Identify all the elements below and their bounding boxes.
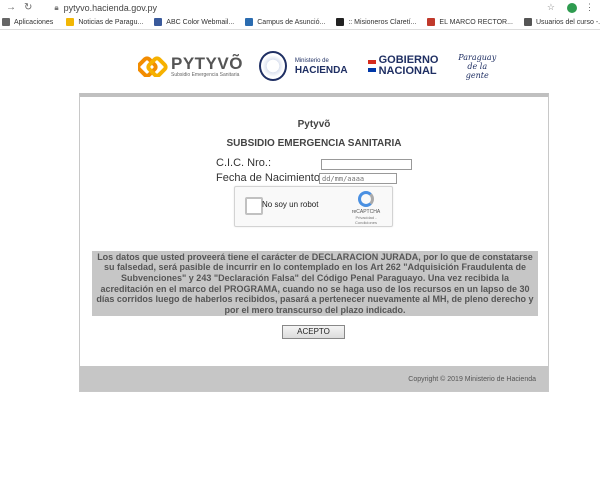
mail-icon: [154, 18, 163, 26]
bookmark-item[interactable]: Aplicaciones: [2, 18, 53, 26]
bookmark-item[interactable]: EL MARCO RECTOR...: [427, 18, 513, 26]
back-arrow-icon[interactable]: →: [6, 2, 16, 13]
users-icon: [523, 18, 532, 26]
form-panel: Pytyvõ SUBSIDIO EMERGENCIA SANITARIA C.I…: [79, 93, 549, 392]
slogan-line1: Paraguay: [458, 52, 497, 62]
ministry-seal-icon: [258, 51, 287, 81]
footer: Copyright © 2019 Ministerio de Hacienda: [80, 366, 548, 391]
recaptcha-widget: No soy un robot reCAPTCHA Privacidad - C…: [234, 186, 393, 227]
gobierno-line2: NACIONAL: [378, 65, 437, 77]
extension-icon[interactable]: [567, 2, 577, 13]
page-title: Pytyvõ: [297, 119, 331, 130]
pytyvo-mark-icon: [136, 55, 168, 78]
bookmark-label: EL MARCO RECTOR...: [439, 18, 513, 26]
recaptcha-links[interactable]: Privacidad - Condiciones: [348, 215, 384, 225]
accept-button[interactable]: ACEPTO: [282, 325, 345, 339]
address-bar: → ↻ 🔒︎ pytyvo.hacienda.gov.py ☆ ⋮: [0, 0, 600, 15]
url-field[interactable]: pytyvo.hacienda.gov.py: [64, 3, 547, 13]
menu-dots-icon[interactable]: ⋮: [585, 2, 594, 13]
news-icon: [66, 18, 75, 26]
dob-input[interactable]: [319, 173, 397, 184]
page-subtitle: SUBSIDIO EMERGENCIA SANITARIA: [226, 138, 402, 149]
flag-icon: [367, 60, 376, 72]
bookmark-item[interactable]: Usuarios del curso -...: [523, 18, 600, 26]
pytyvo-title: PYTYVÕ: [171, 53, 243, 73]
bookmark-label: Aplicaciones: [14, 18, 54, 26]
cic-label: C.I.C. Nro.:: [216, 157, 272, 169]
bookmark-star-icon[interactable]: ☆: [547, 2, 555, 13]
bookmark-item[interactable]: Campus de Asunció...: [245, 18, 325, 26]
bookmark-label: Campus de Asunció...: [257, 18, 326, 26]
recaptcha-label: No soy un robot: [262, 200, 319, 209]
ministry-logo: Ministerio de HACIENDA: [295, 56, 348, 76]
apps-grid-icon: [2, 18, 10, 26]
bookmark-label: :: Misioneros Claretí...: [348, 18, 417, 26]
slogan-line2: de la gente: [465, 61, 489, 80]
gobierno-logo: GOBIERNO NACIONAL: [367, 55, 439, 77]
document-icon: [427, 18, 436, 26]
bookmark-item[interactable]: Noticias de Paragu...: [66, 18, 143, 26]
bookmark-label: ABC Color Webmail...: [166, 18, 235, 26]
bookmark-item[interactable]: ABC Color Webmail...: [154, 18, 234, 26]
campus-icon: [245, 18, 254, 26]
recaptcha-checkbox[interactable]: [245, 197, 263, 215]
bookmark-item[interactable]: :: Misioneros Claretí...: [336, 18, 416, 26]
recaptcha-icon: [358, 191, 374, 207]
bookmark-label: Usuarios del curso -...: [535, 18, 600, 26]
cic-input[interactable]: [321, 159, 412, 170]
pytyvo-logo: PYTYVÕ Subsidio Emergencia Sanitaria: [136, 53, 243, 78]
reload-icon[interactable]: ↻: [24, 2, 32, 13]
recaptcha-logo: reCAPTCHA Privacidad - Condiciones: [348, 191, 384, 225]
bookmark-label: Noticias de Paragu...: [78, 18, 144, 26]
bookmarks-bar: Aplicaciones Noticias de Paragu... ABC Col…: [0, 15, 600, 30]
lock-icon[interactable]: 🔒︎: [54, 3, 58, 13]
header-logos: PYTYVÕ Subsidio Emergencia Sanitaria Min…: [130, 41, 498, 91]
copyright-text: Copyright © 2019 Ministerio de Hacienda: [408, 376, 536, 383]
ministry-big-text: HACIENDA: [294, 65, 348, 76]
dob-label: Fecha de Nacimiento:: [216, 172, 323, 184]
slogan: Paraguay de la gente: [457, 53, 499, 80]
legal-notice: Los datos que usted proveerá tiene el ca…: [92, 251, 538, 316]
claretian-icon: [336, 18, 345, 26]
pytyvo-subtitle: Subsidio Emergencia Sanitaria: [171, 71, 240, 78]
